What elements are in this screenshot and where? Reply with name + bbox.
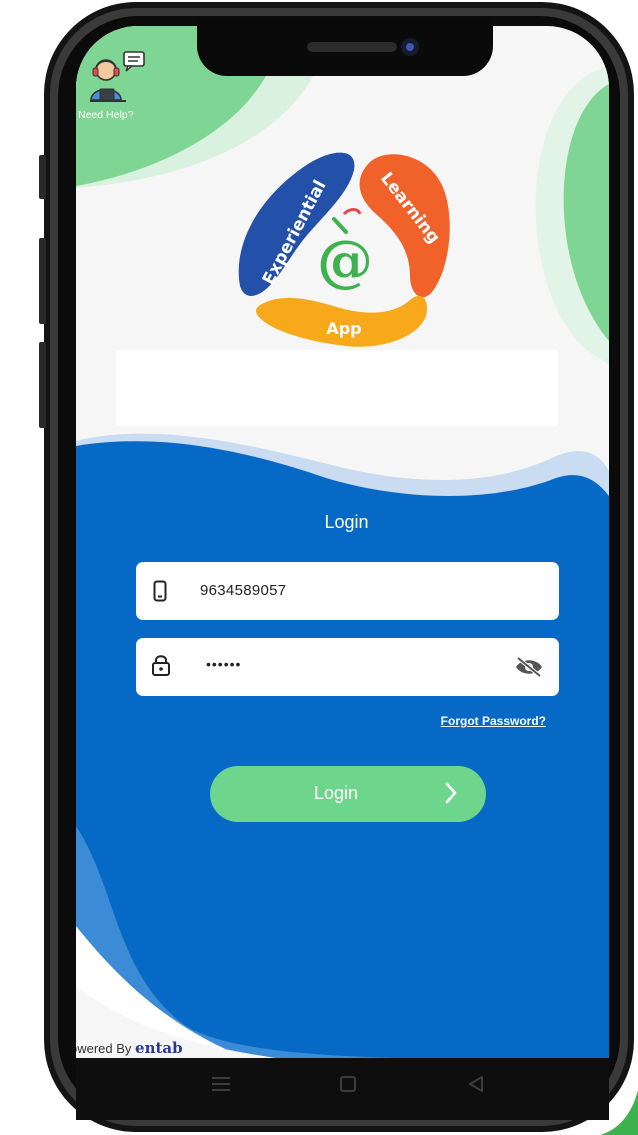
mobile-number-value[interactable]: 9634589057: [200, 582, 286, 599]
corner-decoration: [600, 1090, 638, 1135]
mobile-phone-icon: [153, 580, 167, 602]
silent-switch: [39, 155, 46, 199]
mobile-number-field[interactable]: 9634589057: [136, 562, 559, 620]
app-screen: Need Help? @ Experiential Learning App L…: [76, 26, 609, 1058]
powered-by-text: owered By: [76, 1041, 132, 1056]
eye-off-icon[interactable]: [514, 656, 544, 678]
login-title: Login: [324, 512, 369, 532]
forgot-password-link[interactable]: Forgot Password?: [426, 714, 546, 728]
home-square-icon[interactable]: [338, 1074, 358, 1100]
login-button-label: Login: [313, 783, 359, 803]
volume-down-button: [39, 342, 46, 428]
banner-placeholder: [116, 350, 558, 426]
chevron-right-icon: [445, 782, 457, 804]
system-navigation-bar: [76, 1058, 609, 1120]
back-triangle-icon[interactable]: [466, 1074, 486, 1100]
volume-up-button: [39, 238, 46, 324]
password-value[interactable]: ••••••: [206, 656, 241, 672]
phone-speaker: [307, 42, 397, 52]
need-help-label[interactable]: Need Help?: [78, 109, 133, 121]
powered-by: owered By entab: [76, 1039, 183, 1057]
logo-at-symbol: @: [317, 228, 373, 294]
logo-word-app: App: [326, 319, 361, 338]
password-field[interactable]: ••••••: [136, 638, 559, 696]
lock-icon: [152, 655, 170, 676]
login-button[interactable]: Login: [210, 766, 486, 822]
entab-logo: entab: [135, 1039, 183, 1057]
front-camera-lens: [406, 43, 414, 51]
menu-icon[interactable]: [210, 1074, 232, 1100]
support-agent-icon[interactable]: [90, 50, 150, 106]
app-logo: @ Experiential Learning App: [238, 152, 450, 347]
